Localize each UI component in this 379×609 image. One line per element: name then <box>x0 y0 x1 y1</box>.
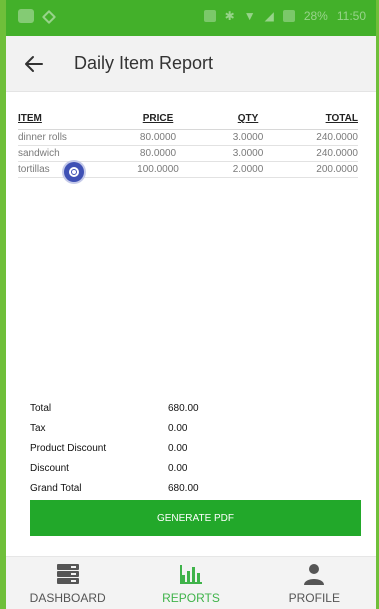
table-row[interactable]: dinner rolls 80.0000 3.0000 240.0000 <box>18 130 358 146</box>
summary-row-total: Total 680.00 <box>30 398 270 418</box>
summary-label: Discount <box>30 462 69 474</box>
summary-row-tax: Tax 0.00 <box>30 418 270 438</box>
signal-icon: ◢ <box>264 9 274 23</box>
summary-value: 0.00 <box>168 462 188 474</box>
cell-item: dinner rolls <box>18 132 67 143</box>
nav-item-reports[interactable]: REPORTS <box>129 557 252 609</box>
cell-price: 80.0000 <box>139 132 177 143</box>
server-stack-icon <box>56 564 79 584</box>
table-row[interactable]: sandwich 80.0000 3.0000 240.0000 <box>18 146 358 162</box>
bottom-navigation: DASHBOARD REPORTS PROFILE <box>6 556 376 609</box>
cell-total: 200.0000 <box>316 164 358 175</box>
nav-item-profile[interactable]: PROFILE <box>253 557 376 609</box>
header-qty[interactable]: QTY <box>208 113 288 124</box>
page-title: Daily Item Report <box>74 53 214 73</box>
nav-label: REPORTS <box>162 591 220 605</box>
cell-price: 80.0000 <box>139 148 177 159</box>
cell-qty: 3.0000 <box>232 132 264 143</box>
battery-percent: 28% <box>303 9 328 23</box>
clock: 11:50 <box>336 9 366 23</box>
cell-item: sandwich <box>18 148 60 159</box>
status-notifications <box>18 9 57 25</box>
app-bar: Daily Item Report <box>6 36 376 92</box>
summary-value: 0.00 <box>168 422 188 434</box>
status-system: ✱ ▼ ◢ 28% 11:50 <box>203 9 366 23</box>
cell-qty: 3.0000 <box>232 148 264 159</box>
battery-icon <box>282 10 295 22</box>
summary-value: 680.00 <box>168 402 199 414</box>
cell-price: 100.0000 <box>137 164 179 175</box>
table-header: ITEM PRICE QTY TOTAL <box>18 108 358 130</box>
summary-value: 0.00 <box>168 442 188 454</box>
report-summary: Total 680.00 Tax 0.00 Product Discount 0… <box>30 398 270 498</box>
header-total[interactable]: TOTAL <box>288 113 358 124</box>
cell-qty: 2.0000 <box>232 164 264 175</box>
summary-label: Product Discount <box>30 442 107 454</box>
summary-label: Tax <box>30 422 46 434</box>
cell-total: 240.0000 <box>316 148 358 159</box>
arrow-left-icon <box>25 55 43 72</box>
person-icon <box>304 564 325 585</box>
nav-label: DASHBOARD <box>29 591 106 605</box>
status-bar: ✱ ▼ ◢ 28% 11:50 <box>6 0 376 36</box>
summary-row-discount: Discount 0.00 <box>30 458 270 478</box>
code-icon <box>41 9 57 25</box>
header-item[interactable]: ITEM <box>18 113 118 124</box>
notification-icon <box>18 9 34 23</box>
header-price[interactable]: PRICE <box>118 113 198 124</box>
touch-indicator-icon <box>64 162 84 182</box>
back-button[interactable] <box>10 36 58 92</box>
wifi-icon: ▼ <box>243 9 256 23</box>
nfc-icon <box>203 10 216 22</box>
bluetooth-icon: ✱ <box>224 9 235 23</box>
summary-row-grand-total: Grand Total 680.00 <box>30 478 270 498</box>
generate-pdf-button[interactable]: GENERATE PDF <box>30 500 361 536</box>
nav-label: PROFILE <box>288 591 340 605</box>
nav-item-dashboard[interactable]: DASHBOARD <box>6 557 129 609</box>
cell-total: 240.0000 <box>316 132 358 143</box>
summary-value: 680.00 <box>168 482 199 494</box>
bar-chart-icon <box>179 565 202 584</box>
summary-label: Grand Total <box>30 482 82 494</box>
summary-row-product-discount: Product Discount 0.00 <box>30 438 270 458</box>
summary-label: Total <box>30 402 52 414</box>
